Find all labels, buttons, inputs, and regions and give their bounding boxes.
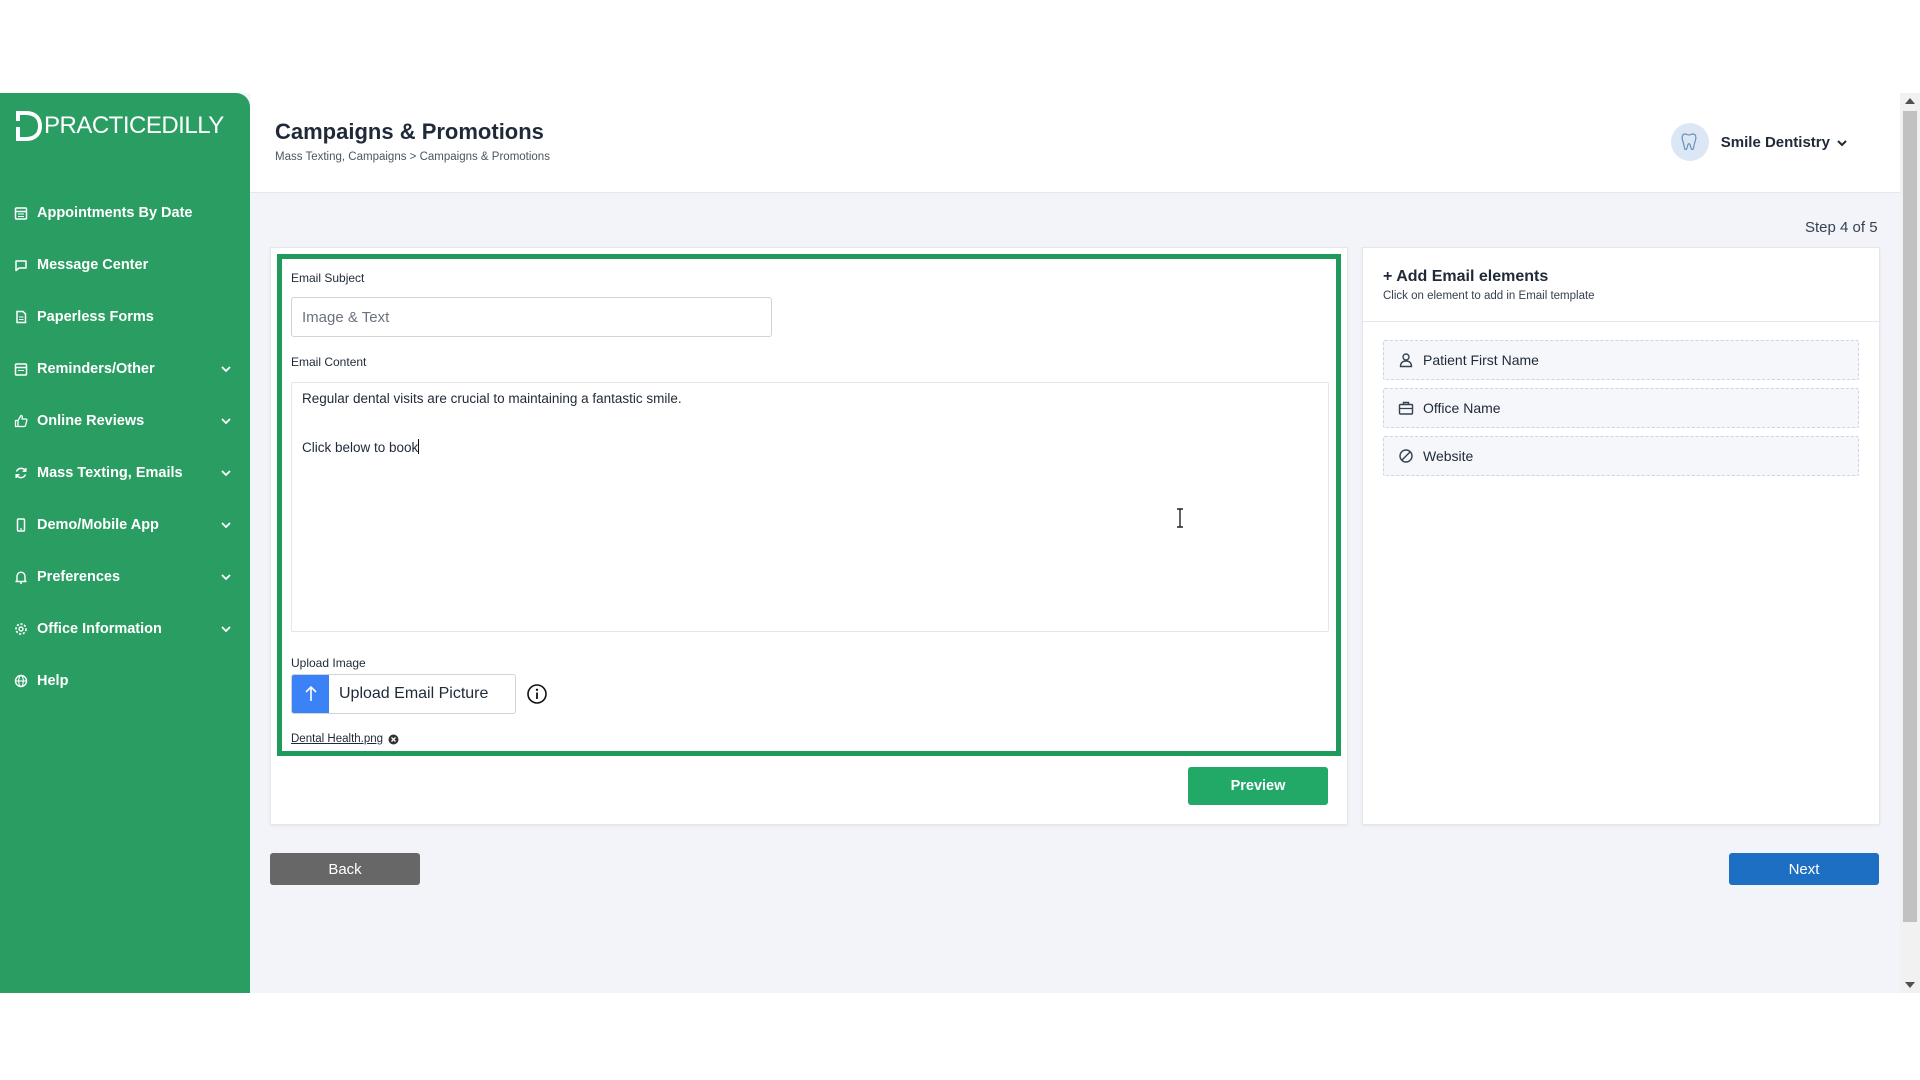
calendar-list-icon [14,362,28,376]
logo-text: PRACTICEDILLY [44,112,224,139]
element-label: Office Name [1423,400,1501,416]
email-subject-label: Email Subject [291,271,365,285]
sidebar-item-label: Paperless Forms [37,309,154,325]
user-icon [1398,352,1414,368]
document-icon [14,310,28,324]
sidebar-item-label: Demo/Mobile App [37,517,159,533]
email-content-editor[interactable]: Regular dental visits are crucial to mai… [291,382,1329,632]
thumbs-up-icon [14,414,28,428]
user-name: Smile Dentistry [1720,133,1830,151]
link-icon [1398,448,1414,464]
upload-email-picture-button[interactable]: Upload Email Picture [291,674,516,714]
sidebar-item-label: Preferences [37,569,121,585]
element-label: Website [1423,448,1474,464]
app-window: PRACTICEDILLY Appointments By Date Messa… [0,93,1920,993]
uploaded-file-link[interactable]: Dental Health.png [291,733,383,745]
email-content-label: Email Content [291,355,367,369]
chevron-down-icon [220,519,232,531]
email-elements-panel: + Add Email elements Click on element to… [1362,247,1880,825]
email-editor-frame: Email Subject Email Content Regular dent… [277,254,1341,756]
sidebar-item-label: Office Information [37,621,162,637]
content-line: Click below to book [302,440,419,455]
scroll-up-arrow-icon[interactable] [1905,98,1915,104]
uploaded-file-row: Dental Health.png [291,733,399,745]
chevron-down-icon [1836,136,1848,148]
sidebar-item-label: Reminders/Other [37,361,155,377]
sidebar-item-message-center[interactable]: Message Center [0,239,250,291]
element-office-name[interactable]: Office Name [1383,388,1859,428]
sidebar-item-help[interactable]: Help [0,655,250,707]
preview-button[interactable]: Preview [1188,767,1328,805]
sidebar-item-paperless-forms[interactable]: Paperless Forms [0,291,250,343]
elements-panel-subtitle: Click on element to add in Email templat… [1383,290,1595,302]
chevron-down-icon [220,623,232,635]
vertical-scrollbar[interactable] [1900,93,1920,993]
chevron-down-icon [220,363,232,375]
page-title: Campaigns & Promotions [275,119,544,144]
elements-panel-title[interactable]: + Add Email elements [1383,268,1548,286]
upload-row: Upload Email Picture [291,674,548,714]
sidebar-item-reminders-other[interactable]: Reminders/Other [0,343,250,395]
user-menu[interactable]: Smile Dentistry [1670,123,1848,161]
element-label: Patient First Name [1423,352,1539,368]
upload-arrow-icon [292,675,329,713]
back-button[interactable]: Back [270,853,420,885]
upload-button-label: Upload Email Picture [339,685,489,702]
element-patient-first-name[interactable]: Patient First Name [1383,340,1859,380]
sidebar-item-label: Message Center [37,257,149,273]
sidebar-item-demo-mobile-app[interactable]: Demo/Mobile App [0,499,250,551]
sidebar-item-office-information[interactable]: Office Information [0,603,250,655]
briefcase-icon [1398,400,1414,416]
step-indicator: Step 4 of 5 [1805,219,1878,236]
chevron-down-icon [220,571,232,583]
email-subject-input[interactable] [291,297,772,337]
sidebar-item-appointments-by-date[interactable]: Appointments By Date [0,187,250,239]
tooth-icon [1681,133,1697,151]
content-line: Regular dental visits are crucial to mai… [302,391,682,406]
brand-logo[interactable]: PRACTICEDILLY [14,109,224,143]
element-website[interactable]: Website [1383,436,1859,476]
logo-icon [14,109,43,143]
gear-icon [14,622,28,636]
email-form-card: Email Subject Email Content Regular dent… [270,247,1348,825]
remove-file-icon[interactable] [388,734,399,745]
sidebar: PRACTICEDILLY Appointments By Date Messa… [0,93,250,993]
text-caret [418,439,420,454]
sidebar-item-mass-texting-emails[interactable]: Mass Texting, Emails [0,447,250,499]
page-header: Campaigns & Promotions Mass Texting, Cam… [250,93,1900,193]
sidebar-item-label: Mass Texting, Emails [37,465,183,481]
content-line-with-caret: Click below to book [302,439,1318,456]
sidebar-item-label: Appointments By Date [37,205,193,221]
upload-image-label: Upload Image [291,656,366,670]
next-button[interactable]: Next [1729,853,1879,885]
chat-icon [14,258,28,272]
globe-icon [14,674,28,688]
bell-icon [14,570,28,584]
mobile-icon [14,518,28,532]
refresh-icon [14,466,28,480]
info-icon[interactable] [526,683,548,705]
sidebar-nav: Appointments By Date Message Center Pape… [0,187,250,707]
breadcrumb: Mass Texting, Campaigns > Campaigns & Pr… [275,151,550,163]
sidebar-item-label: Online Reviews [37,413,145,429]
chevron-down-icon [220,467,232,479]
avatar [1670,123,1709,161]
divider [1363,321,1879,322]
sidebar-item-online-reviews[interactable]: Online Reviews [0,395,250,447]
scroll-thumb[interactable] [1903,111,1917,922]
sidebar-item-preferences[interactable]: Preferences [0,551,250,603]
text-cursor-icon [1177,508,1183,528]
sidebar-item-label: Help [37,673,69,689]
scroll-down-arrow-icon[interactable] [1905,982,1915,988]
chevron-down-icon [220,415,232,427]
calendar-icon [14,206,28,220]
